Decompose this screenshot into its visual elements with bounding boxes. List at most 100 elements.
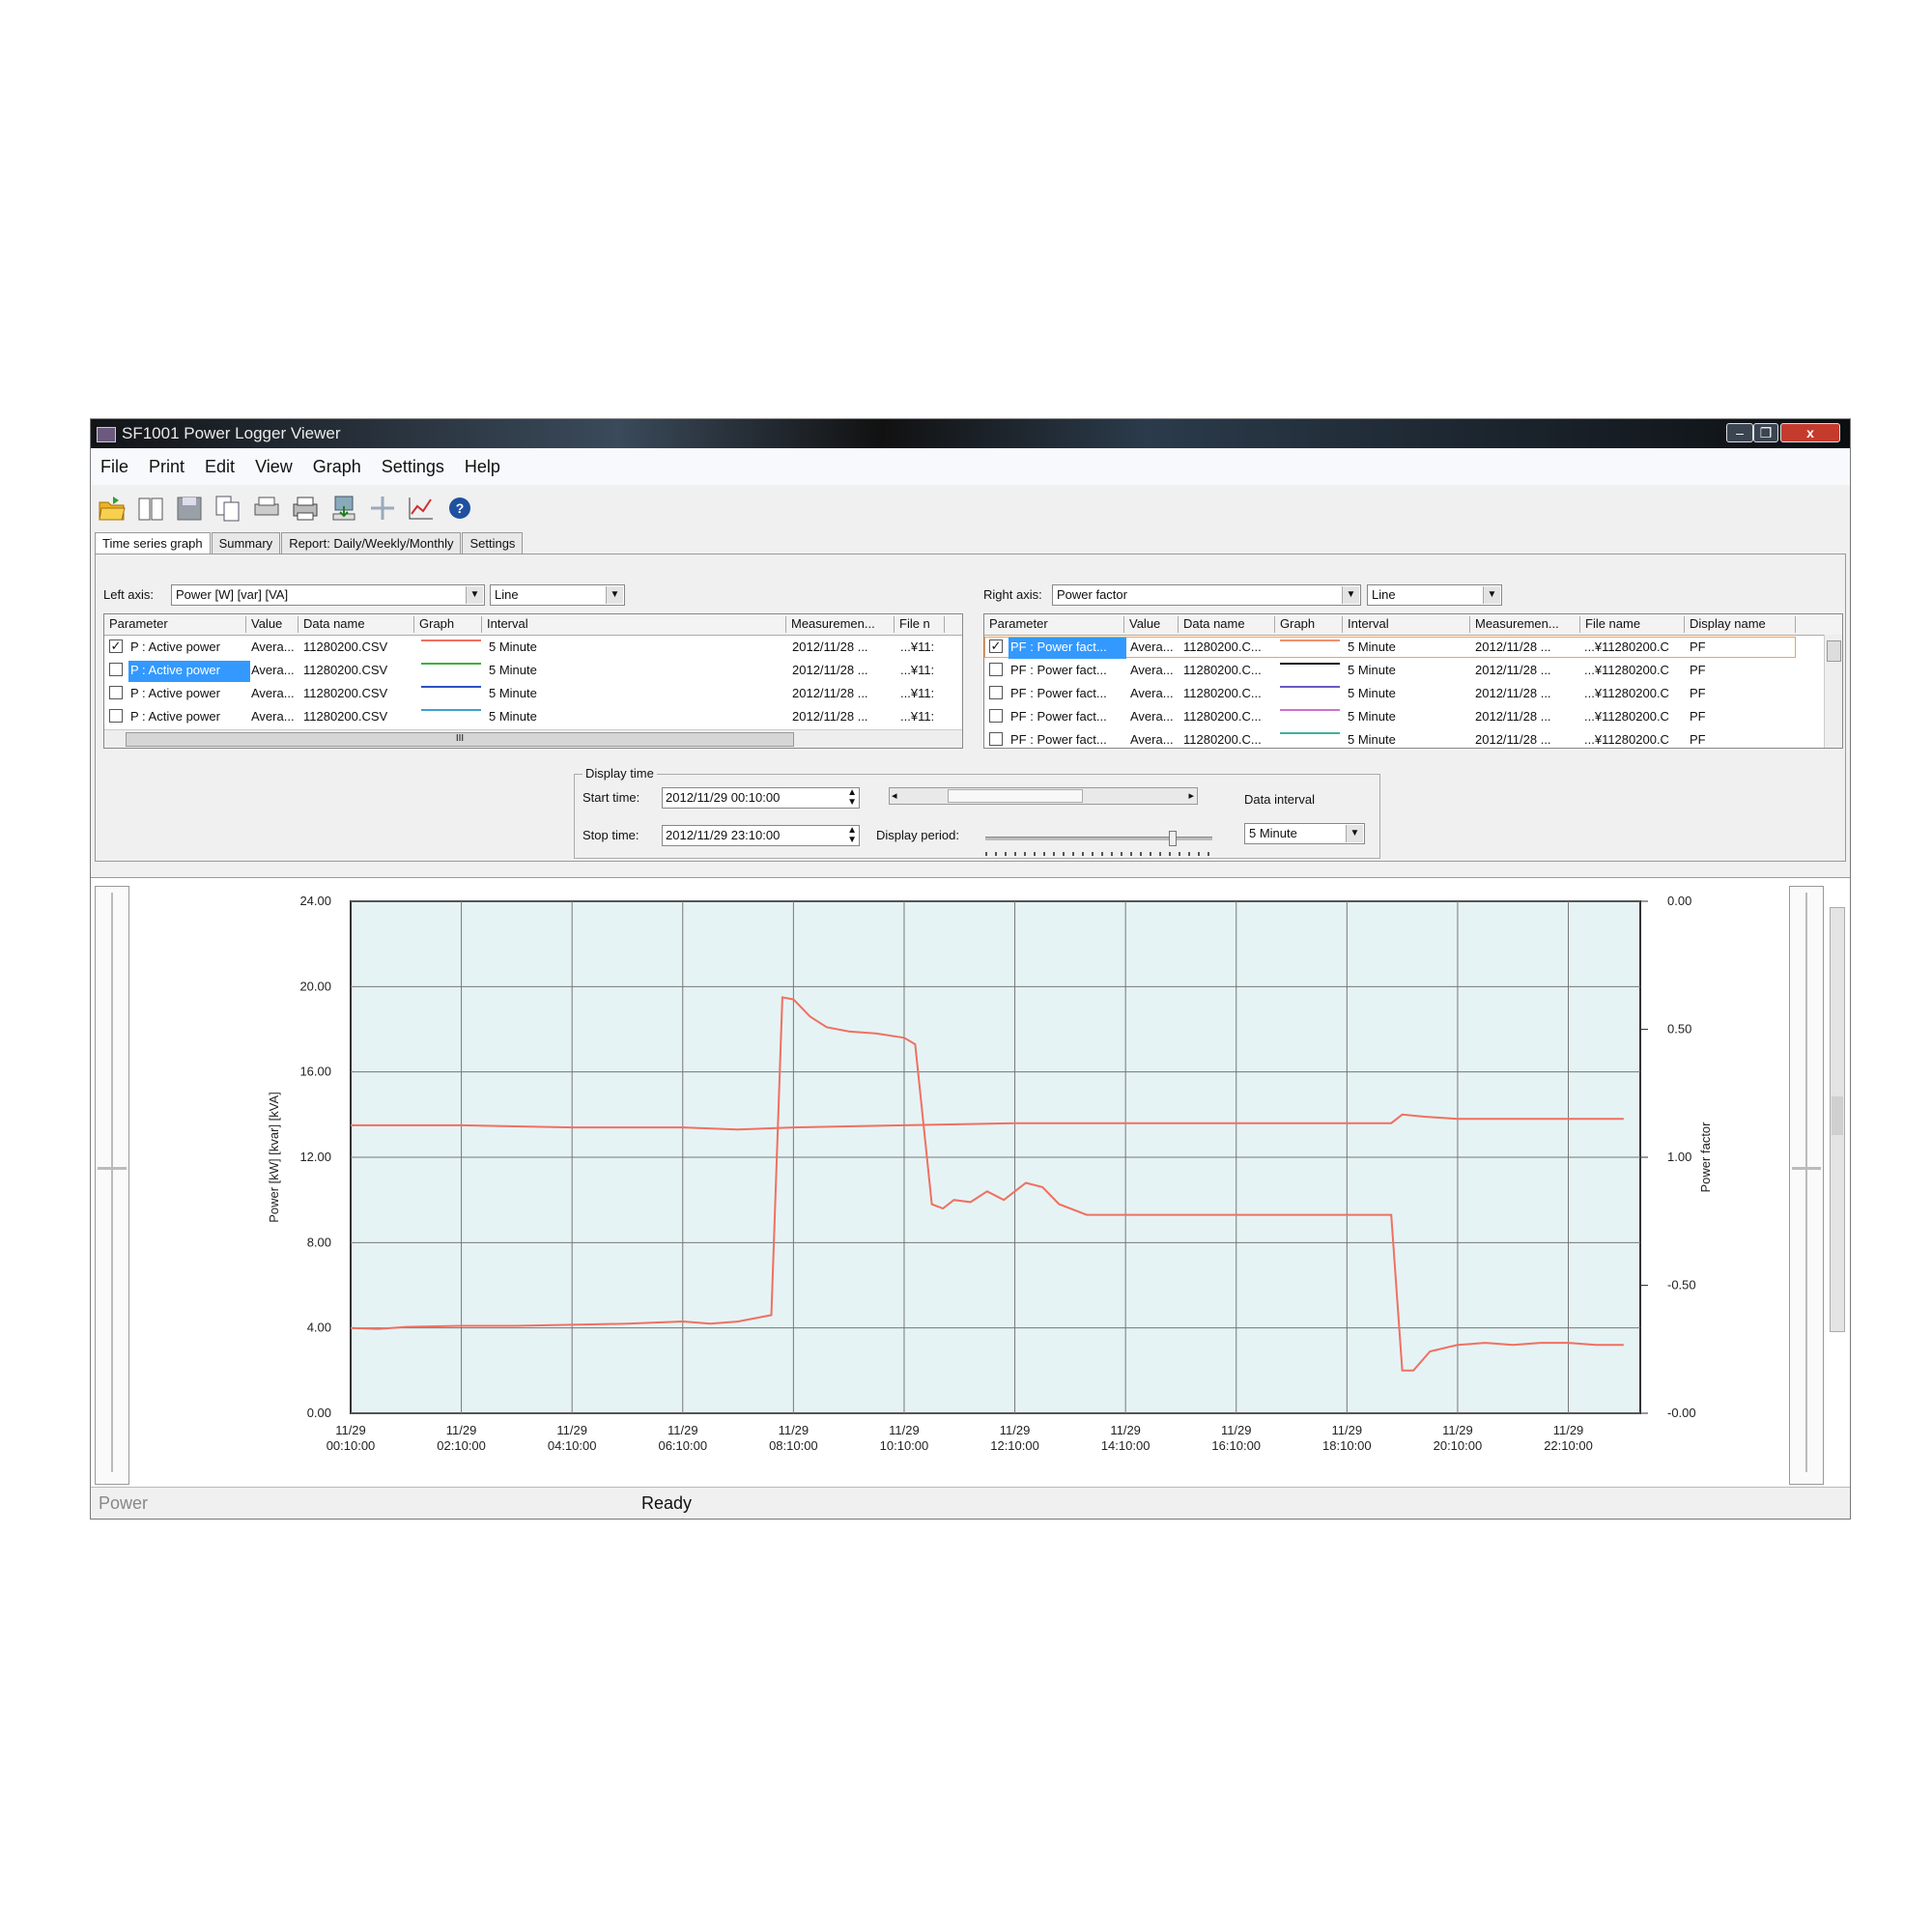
tab-time-series-graph[interactable]: Time series graph xyxy=(95,532,211,554)
row-data-name: 11280200.CSV xyxy=(303,663,388,677)
book-icon[interactable] xyxy=(135,493,166,524)
x-tick-time: 04:10:00 xyxy=(548,1438,597,1453)
open-folder-icon[interactable] xyxy=(97,493,128,524)
menu-help[interactable]: Help xyxy=(465,457,500,477)
title-bar[interactable]: SF1001 Power Logger Viewer – ❐ x xyxy=(91,419,1850,448)
save-icon[interactable] xyxy=(174,493,205,524)
scroll-thumb[interactable]: III xyxy=(126,732,794,747)
left-axis-parameter-select[interactable]: Power [W] [var] [VA] ▼ xyxy=(171,584,485,606)
column-header[interactable]: Value xyxy=(1124,616,1179,633)
chevron-down-icon[interactable]: ▼ xyxy=(466,586,483,604)
y-tick-label: 24.00 xyxy=(299,894,331,908)
chevron-down-icon[interactable]: ▼ xyxy=(1342,586,1359,604)
menu-edit[interactable]: Edit xyxy=(205,457,235,477)
tab-report[interactable]: Report: Daily/Weekly/Monthly xyxy=(281,532,462,554)
horizontal-scrollbar[interactable]: III xyxy=(104,729,962,748)
column-header[interactable]: Data name xyxy=(298,616,414,633)
column-header[interactable]: Parameter xyxy=(104,616,246,633)
tab-summary[interactable]: Summary xyxy=(211,532,281,554)
menu-settings[interactable]: Settings xyxy=(382,457,444,477)
column-header[interactable]: Display name xyxy=(1685,616,1796,633)
column-header[interactable]: File n xyxy=(895,616,945,633)
copy-icon[interactable] xyxy=(213,493,243,524)
app-icon xyxy=(97,427,116,442)
start-time-input[interactable]: 2012/11/29 00:10:00 ▲ ▼ xyxy=(662,787,860,809)
row-checkbox[interactable] xyxy=(989,709,1003,723)
row-graph-swatch xyxy=(421,663,481,665)
table-row[interactable]: PF : Power fact... Avera... 11280200.C..… xyxy=(984,705,1842,728)
table-row[interactable]: P : Active power Avera... 11280200.CSV 5… xyxy=(104,659,962,682)
time-scroll-thumb[interactable] xyxy=(948,789,1083,803)
row-value: Avera... xyxy=(251,663,295,677)
row-display-name: PF xyxy=(1690,732,1706,747)
chevron-down-icon[interactable]: ▼ xyxy=(1346,825,1363,842)
row-checkbox[interactable] xyxy=(989,663,1003,676)
row-checkbox[interactable] xyxy=(989,686,1003,699)
table-row[interactable]: ✓ PF : Power fact... Avera... 11280200.C… xyxy=(984,636,1842,659)
table-row[interactable]: PF : Power fact... Avera... 11280200.C..… xyxy=(984,682,1842,705)
chevron-down-icon[interactable]: ▼ xyxy=(1483,586,1500,604)
table-row[interactable]: PF : Power fact... Avera... 11280200.C..… xyxy=(984,659,1842,682)
row-checkbox[interactable] xyxy=(109,663,123,676)
table-row[interactable]: PF : Power fact... Avera... 11280200.C..… xyxy=(984,728,1842,748)
stop-time-input[interactable]: 2012/11/29 23:10:00 ▲ ▼ xyxy=(662,825,860,846)
column-header[interactable]: Graph xyxy=(414,616,482,633)
column-header[interactable]: Value xyxy=(246,616,298,633)
slider-thumb[interactable] xyxy=(1169,831,1177,846)
help-icon[interactable]: ? xyxy=(444,493,475,524)
column-header[interactable]: Measuremen... xyxy=(1470,616,1580,633)
row-checkbox[interactable]: ✓ xyxy=(989,639,1003,653)
svg-text:?: ? xyxy=(456,500,465,516)
row-checkbox[interactable] xyxy=(109,709,123,723)
row-checkbox[interactable]: ✓ xyxy=(109,639,123,653)
status-bar: Power Ready xyxy=(91,1487,1850,1519)
data-interval-select[interactable]: 5 Minute ▼ xyxy=(1244,823,1365,844)
column-header[interactable]: Interval xyxy=(482,616,786,633)
export-icon[interactable] xyxy=(328,493,359,524)
left-axis-style-select[interactable]: Line ▼ xyxy=(490,584,625,606)
row-data-name: 11280200.C... xyxy=(1183,686,1262,700)
row-parameter: PF : Power fact... xyxy=(1010,732,1107,747)
menu-file[interactable]: File xyxy=(100,457,128,477)
right-axis-parameter-select[interactable]: Power factor ▼ xyxy=(1052,584,1361,606)
print-preview-icon[interactable] xyxy=(251,493,282,524)
scroll-left-icon[interactable]: ◂ xyxy=(892,789,897,802)
spinner-arrows-icon[interactable]: ▲ ▼ xyxy=(847,826,857,845)
row-value: Avera... xyxy=(1130,663,1174,677)
display-period-slider[interactable] xyxy=(985,831,1212,856)
row-checkbox[interactable] xyxy=(989,732,1003,746)
scroll-right-icon[interactable]: ▸ xyxy=(1188,789,1194,802)
move-cursor-icon[interactable] xyxy=(367,493,398,524)
minimize-button[interactable]: – xyxy=(1726,423,1753,442)
column-header[interactable]: Measuremen... xyxy=(786,616,895,633)
printer-icon[interactable] xyxy=(290,493,321,524)
graph-settings-icon[interactable] xyxy=(406,493,437,524)
row-checkbox[interactable] xyxy=(109,686,123,699)
scroll-thumb[interactable] xyxy=(1832,1096,1843,1135)
scroll-thumb[interactable] xyxy=(1827,640,1841,662)
time-series-chart[interactable]: 24.0020.0016.0012.008.004.000.0011/2900:… xyxy=(133,882,1824,1481)
time-scrollbar[interactable]: ◂ ▸ xyxy=(889,787,1198,805)
left-scale-bar[interactable] xyxy=(95,886,129,1485)
menu-view[interactable]: View xyxy=(255,457,293,477)
table-row[interactable]: P : Active power Avera... 11280200.CSV 5… xyxy=(104,705,962,728)
table-row[interactable]: P : Active power Avera... 11280200.CSV 5… xyxy=(104,682,962,705)
tab-settings[interactable]: Settings xyxy=(462,532,524,554)
table-row[interactable]: ✓ P : Active power Avera... 11280200.CSV… xyxy=(104,636,962,659)
column-header[interactable]: File name xyxy=(1580,616,1685,633)
row-measurement: 2012/11/28 ... xyxy=(1475,663,1551,677)
chevron-down-icon[interactable]: ▼ xyxy=(606,586,623,604)
column-header[interactable]: Data name xyxy=(1179,616,1275,633)
vertical-scrollbar[interactable] xyxy=(1824,635,1842,748)
column-header[interactable]: Interval xyxy=(1343,616,1470,633)
menu-graph[interactable]: Graph xyxy=(313,457,361,477)
display-time-group: Display time Start time: 2012/11/29 00:1… xyxy=(574,766,1380,859)
chart-vertical-scrollbar[interactable] xyxy=(1830,907,1845,1332)
menu-print[interactable]: Print xyxy=(149,457,185,477)
close-button[interactable]: x xyxy=(1780,423,1840,442)
restore-button[interactable]: ❐ xyxy=(1753,423,1778,442)
right-axis-style-select[interactable]: Line ▼ xyxy=(1367,584,1502,606)
column-header[interactable]: Graph xyxy=(1275,616,1343,633)
spinner-arrows-icon[interactable]: ▲ ▼ xyxy=(847,788,857,808)
column-header[interactable]: Parameter xyxy=(984,616,1124,633)
